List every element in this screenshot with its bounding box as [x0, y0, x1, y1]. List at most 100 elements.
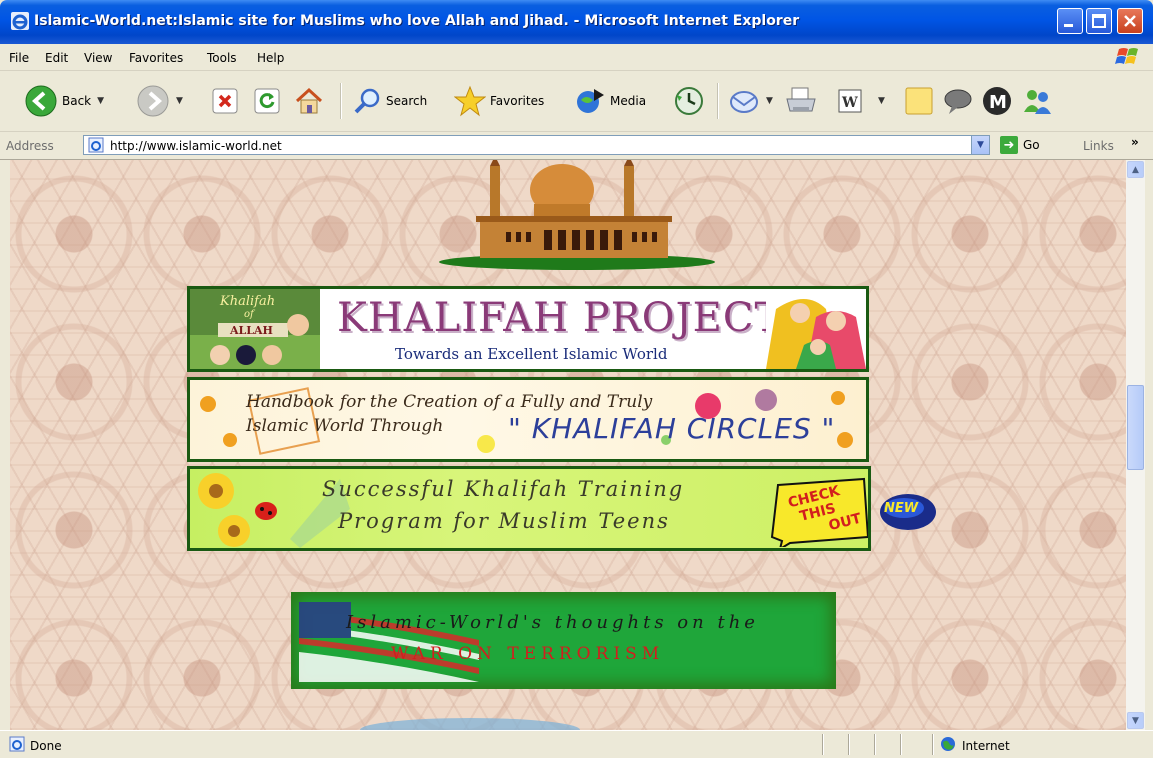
discuss-button[interactable] — [903, 81, 935, 121]
forward-dropdown-icon[interactable]: ▼ — [176, 96, 183, 106]
address-bar: Address http://www.islamic-world.net ▼ ➜… — [0, 132, 1153, 160]
favorites-label: Favorites — [490, 94, 545, 108]
refresh-button[interactable] — [253, 81, 281, 121]
history-button[interactable] — [673, 81, 705, 121]
printer-icon — [786, 87, 816, 112]
go-button[interactable]: ➜ Go — [1000, 136, 1040, 154]
search-button[interactable]: Search — [352, 81, 427, 121]
banner3-line2: Program for Muslim Teens — [338, 509, 670, 533]
banner4-line1: Islamic-World's thoughts on the — [346, 612, 759, 633]
people-icon — [1024, 90, 1051, 114]
badge-allah-text: ALLAH — [229, 324, 273, 337]
back-button[interactable]: Back ▼ — [24, 81, 104, 121]
status-bar: Done Internet — [0, 730, 1153, 758]
page-done-icon — [9, 736, 25, 752]
status-text: Done — [30, 739, 62, 753]
mail-button[interactable]: ▼ — [728, 81, 773, 121]
window-right-border — [1145, 160, 1153, 730]
menu-bar: File Edit View Favorites Tools Help — [0, 44, 1153, 71]
check-this-out-bubble: CHECK THIS OUT — [770, 477, 868, 547]
links-label[interactable]: Links — [1083, 139, 1114, 153]
home-button[interactable] — [294, 81, 324, 121]
note-icon — [905, 87, 933, 115]
back-dropdown-icon[interactable]: ▼ — [97, 96, 104, 106]
maximize-button[interactable] — [1086, 8, 1112, 34]
media-button[interactable]: Media — [574, 81, 646, 121]
menu-help[interactable]: Help — [257, 51, 284, 65]
edit-button[interactable]: W ▼ — [836, 81, 885, 121]
print-button[interactable] — [784, 81, 818, 121]
war-on-terrorism-banner[interactable]: Islamic-World's thoughts on the WAR ON T… — [291, 592, 836, 689]
research-button[interactable]: M — [981, 81, 1013, 121]
toolbar-separator — [717, 83, 719, 119]
edit-dropdown-icon[interactable]: ▼ — [878, 96, 885, 106]
status-divider — [848, 734, 850, 755]
window-title: Islamic-World.net:Islamic site for Musli… — [34, 13, 800, 29]
close-icon — [1124, 15, 1136, 27]
vertical-scrollbar[interactable]: ▲ ▼ — [1126, 160, 1145, 730]
forward-arrow-icon — [137, 85, 169, 117]
stop-icon — [212, 88, 238, 114]
title-bar: Islamic-World.net:Islamic site for Musli… — [0, 0, 1153, 44]
address-dropdown-icon[interactable]: ▼ — [971, 136, 989, 154]
address-label: Address — [6, 139, 54, 153]
page-viewport: Khalifah of ALLAH KHALIFAH PROJECT Towar… — [10, 160, 1126, 730]
messenger-button[interactable] — [942, 81, 974, 121]
banner1-subtitle: Towards an Excellent Islamic World — [395, 345, 668, 363]
media-label: Media — [610, 94, 647, 108]
go-arrow-icon: ➜ — [1000, 136, 1018, 154]
contacts-button[interactable] — [1021, 81, 1053, 121]
menu-file[interactable]: File — [9, 51, 29, 65]
chat-bubble-icon — [944, 89, 972, 114]
svg-text:M: M — [989, 92, 1007, 113]
window-left-border — [0, 160, 10, 730]
ie-icon — [11, 12, 29, 30]
search-icon — [354, 88, 380, 114]
banner3-line1: Successful Khalifah Training — [322, 477, 685, 501]
menu-edit[interactable]: Edit — [45, 51, 68, 65]
menu-favorites[interactable]: Favorites — [129, 51, 183, 65]
new-badge-icon: NEW — [880, 494, 936, 530]
back-label: Back — [62, 94, 92, 108]
home-icon — [295, 87, 323, 114]
maximize-icon — [1092, 14, 1106, 28]
history-icon — [675, 87, 703, 115]
back-arrow-icon — [25, 85, 57, 117]
new-badge-text: NEW — [884, 501, 919, 516]
windows-logo-icon — [1109, 46, 1143, 68]
minimize-icon — [1064, 24, 1073, 27]
favorites-button[interactable]: Favorites — [454, 81, 544, 121]
status-divider — [874, 734, 876, 755]
status-divider — [822, 734, 824, 755]
toolbar-separator — [340, 83, 342, 119]
banner4-line2: WAR ON TERRORISM — [391, 644, 665, 664]
khalifah-of-allah-badge: Khalifah of ALLAH — [190, 289, 320, 369]
close-button[interactable] — [1117, 8, 1143, 34]
page-icon — [88, 137, 104, 153]
khalifah-circles-banner[interactable]: Handbook for the Creation of a Fully and… — [187, 377, 869, 462]
standard-toolbar: Back ▼ ▼ Search Favorites Media ▼ W ▼ M — [0, 71, 1153, 132]
banner2-circles-text: " KHALIFAH CIRCLES " — [508, 412, 836, 445]
scroll-up-icon[interactable]: ▲ — [1127, 161, 1144, 178]
stop-button[interactable] — [211, 81, 239, 121]
security-zone-text: Internet — [962, 739, 1010, 753]
menu-view[interactable]: View — [84, 51, 112, 65]
khalifah-project-banner[interactable]: Khalifah of ALLAH KHALIFAH PROJECT Towar… — [187, 286, 869, 372]
address-url: http://www.islamic-world.net — [110, 139, 282, 153]
scroll-down-icon[interactable]: ▼ — [1127, 712, 1144, 729]
children-illustration — [766, 289, 866, 369]
forward-button[interactable]: ▼ — [136, 81, 183, 121]
word-edit-icon: W — [838, 89, 862, 113]
internet-globe-icon — [941, 737, 955, 751]
scroll-thumb[interactable] — [1127, 385, 1144, 470]
mail-dropdown-icon[interactable]: ▼ — [766, 96, 773, 106]
menu-tools[interactable]: Tools — [207, 51, 237, 65]
training-program-banner[interactable]: Successful Khalifah Training Program for… — [187, 466, 871, 551]
banner2-line1: Handbook for the Creation of a Fully and… — [246, 392, 653, 412]
minimize-button[interactable] — [1057, 8, 1083, 34]
address-input[interactable]: http://www.islamic-world.net ▼ — [83, 135, 990, 155]
go-label: Go — [1023, 138, 1040, 152]
banner1-title: KHALIFAH PROJECT — [337, 295, 783, 341]
links-chevron-icon[interactable]: » — [1131, 135, 1139, 149]
mosque-image — [439, 160, 715, 270]
